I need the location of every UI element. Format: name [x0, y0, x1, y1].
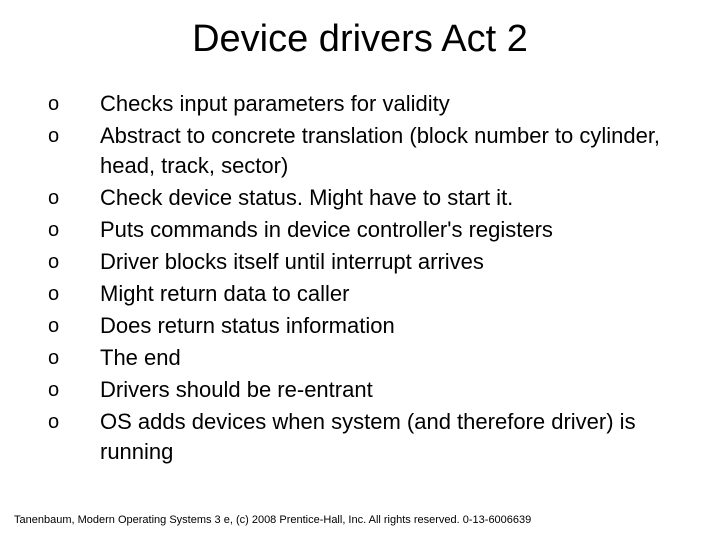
list-item-text: Does return status information	[100, 311, 405, 341]
list-item-text: Drivers should be re-entrant	[100, 375, 383, 405]
bullet-marker: o	[48, 121, 100, 151]
slide-title: Device drivers Act 2	[28, 18, 692, 61]
bullet-list: o Checks input parameters for validity o…	[28, 89, 692, 467]
bullet-marker: o	[48, 375, 100, 405]
list-item: o Does return status information	[48, 311, 692, 341]
list-item: o Might return data to caller	[48, 279, 692, 309]
bullet-marker: o	[48, 215, 100, 245]
bullet-marker: o	[48, 89, 100, 119]
bullet-marker: o	[48, 247, 100, 277]
list-item-text: Abstract to concrete translation (block …	[100, 121, 692, 181]
list-item: o Driver blocks itself until interrupt a…	[48, 247, 692, 277]
bullet-marker: o	[48, 311, 100, 341]
bullet-marker: o	[48, 407, 100, 437]
list-item: o OS adds devices when system (and there…	[48, 407, 692, 467]
bullet-marker: o	[48, 343, 100, 373]
list-item: o Check device status. Might have to sta…	[48, 183, 692, 213]
list-item: o Puts commands in device controller's r…	[48, 215, 692, 245]
list-item-text: Driver blocks itself until interrupt arr…	[100, 247, 494, 277]
list-item-text: Might return data to caller	[100, 279, 359, 309]
list-item: o Abstract to concrete translation (bloc…	[48, 121, 692, 181]
list-item-text: The end	[100, 343, 191, 373]
list-item-text: Checks input parameters for validity	[100, 89, 460, 119]
bullet-marker: o	[48, 279, 100, 309]
footer-text: Tanenbaum, Modern Operating Systems 3 e,…	[14, 514, 531, 526]
bullet-marker: o	[48, 183, 100, 213]
list-item-text: Check device status. Might have to start…	[100, 183, 523, 213]
list-item: o Drivers should be re-entrant	[48, 375, 692, 405]
list-item: o Checks input parameters for validity	[48, 89, 692, 119]
slide: Device drivers Act 2 o Checks input para…	[0, 0, 720, 540]
list-item: o The end	[48, 343, 692, 373]
list-item-text: Puts commands in device controller's reg…	[100, 215, 563, 245]
list-item-text: OS adds devices when system (and therefo…	[100, 407, 692, 467]
